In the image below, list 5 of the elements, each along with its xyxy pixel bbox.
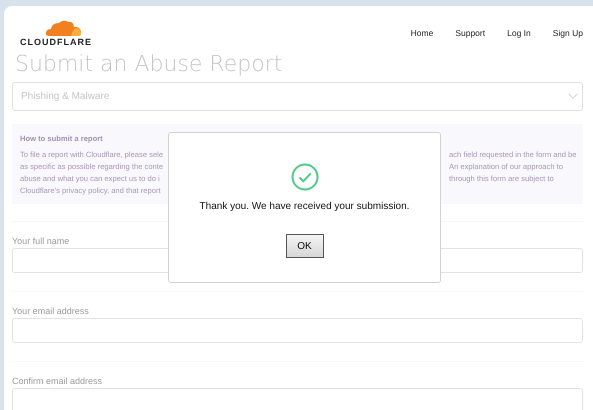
dialog-message: Thank you. We have received your submission. <box>200 201 410 212</box>
field-label: Confirm email address <box>12 376 102 386</box>
field-label: Your email address <box>12 306 89 316</box>
field-label: Your full name <box>12 236 70 246</box>
page-title: Submit an Abuse Report <box>15 51 284 79</box>
